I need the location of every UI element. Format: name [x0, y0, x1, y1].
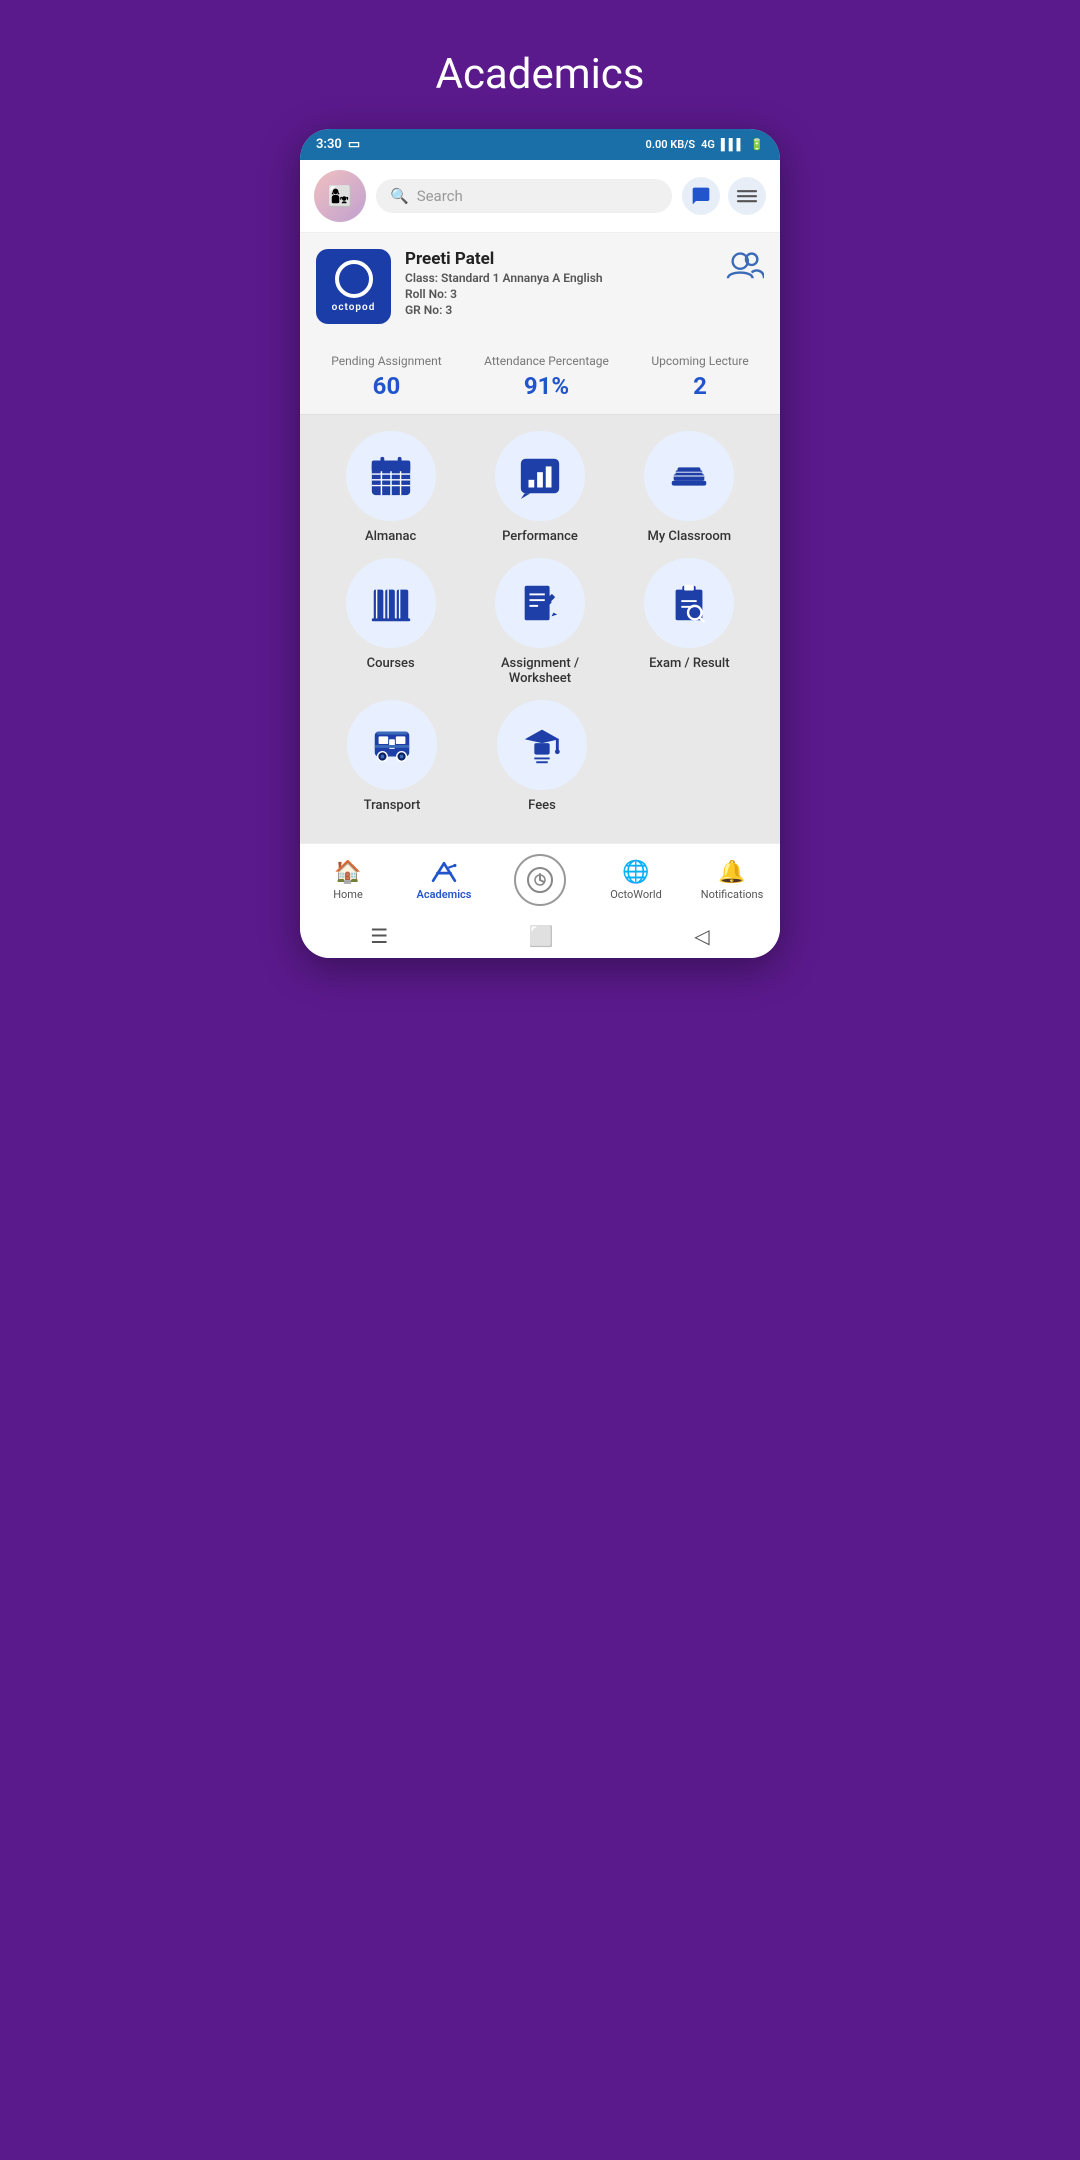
- app-header: 👩‍👧 🔍 Search: [300, 160, 780, 233]
- grid-item-performance[interactable]: Performance: [480, 431, 600, 544]
- stat-pending-assignment[interactable]: Pending Assignment 60: [331, 354, 441, 400]
- notifications-icon: 🔔: [718, 860, 745, 885]
- stat-pending-value: 60: [331, 372, 441, 400]
- menu-button[interactable]: [728, 177, 766, 215]
- header-icons: [682, 177, 766, 215]
- stat-upcoming-lecture[interactable]: Upcoming Lecture 2: [651, 354, 748, 400]
- nav-academics[interactable]: Academics: [396, 859, 492, 901]
- chat-button[interactable]: [682, 177, 720, 215]
- search-bar[interactable]: 🔍 Search: [376, 179, 672, 213]
- home-label: Home: [333, 888, 363, 901]
- search-icon: 🔍: [390, 187, 409, 205]
- exam-label: Exam / Result: [649, 656, 729, 671]
- stat-attendance-value: 91%: [484, 372, 609, 400]
- grid-row-2: Courses: [316, 558, 764, 686]
- profile-info: Preeti Patel Class: Standard 1 Annanya A…: [405, 249, 712, 317]
- menu-nav-icon[interactable]: ☰: [370, 924, 388, 948]
- profile-actions[interactable]: [726, 249, 764, 281]
- stat-pending-label: Pending Assignment: [331, 354, 441, 368]
- grid-row-3: Transport: [316, 700, 764, 813]
- speed-indicator: 0.00 KB/S: [646, 138, 696, 151]
- stat-attendance-label: Attendance Percentage: [484, 354, 609, 368]
- status-bar: 3:30 ▭ 0.00 KB/S 4G ▌▌▌ 🔋: [300, 129, 780, 160]
- almanac-label: Almanac: [365, 529, 416, 544]
- signal-bars: ▌▌▌: [721, 138, 744, 151]
- stat-lecture-label: Upcoming Lecture: [651, 354, 748, 368]
- transport-icon-circle: [347, 700, 437, 790]
- exam-icon-circle: [644, 558, 734, 648]
- battery-icon: 🔋: [750, 138, 764, 151]
- phone-frame: 3:30 ▭ 0.00 KB/S 4G ▌▌▌ 🔋 👩‍👧 🔍 Search: [300, 129, 780, 958]
- my-classroom-label: My Classroom: [647, 529, 731, 544]
- school-logo[interactable]: octopod: [316, 249, 391, 324]
- profile-card: octopod Preeti Patel Class: Standard 1 A…: [300, 233, 780, 340]
- grid-row-1: Almanac Performanc: [316, 431, 764, 544]
- academics-label: Academics: [417, 888, 472, 901]
- almanac-icon-circle: [346, 431, 436, 521]
- avatar[interactable]: 👩‍👧: [314, 170, 366, 222]
- profile-name: Preeti Patel: [405, 249, 712, 269]
- transport-label: Transport: [364, 798, 421, 813]
- profile-gr: GR No: 3: [405, 303, 712, 317]
- avatar-image: 👩‍👧: [328, 184, 353, 208]
- nav-octoworld[interactable]: 🌐 OctoWorld: [588, 860, 684, 901]
- notifications-label: Notifications: [701, 888, 764, 901]
- bottom-nav: 🏠 Home Academics: [300, 843, 780, 914]
- center-button[interactable]: [514, 854, 566, 906]
- stat-lecture-value: 2: [651, 372, 748, 400]
- nav-center[interactable]: [492, 854, 588, 906]
- network-type: 4G: [701, 138, 715, 151]
- page-title: Academics: [436, 20, 645, 129]
- grid-item-exam-result[interactable]: Exam / Result: [629, 558, 749, 686]
- home-nav-icon[interactable]: ⬜: [529, 924, 554, 948]
- profile-class: Class: Standard 1 Annanya A English: [405, 271, 712, 285]
- nav-home[interactable]: 🏠 Home: [300, 860, 396, 901]
- assignment-label: Assignment /Worksheet: [501, 656, 579, 686]
- home-icon: 🏠: [334, 860, 361, 885]
- main-content: Almanac Performanc: [300, 415, 780, 843]
- status-time: 3:30: [316, 137, 342, 152]
- logo-text: octopod: [332, 302, 376, 313]
- screen-icon: ▭: [348, 137, 360, 152]
- grid-item-fees[interactable]: Fees: [482, 700, 602, 813]
- octoworld-label: OctoWorld: [610, 888, 662, 901]
- grid-item-transport[interactable]: Transport: [332, 700, 452, 813]
- grid-item-my-classroom[interactable]: My Classroom: [629, 431, 749, 544]
- logo-ring: [335, 260, 373, 298]
- grid-item-assignment-worksheet[interactable]: Assignment /Worksheet: [480, 558, 600, 686]
- system-nav: ☰ ⬜ ◁: [300, 914, 780, 958]
- search-text: Search: [417, 187, 463, 205]
- stats-row: Pending Assignment 60 Attendance Percent…: [300, 340, 780, 415]
- performance-label: Performance: [502, 529, 578, 544]
- grid-item-courses[interactable]: Courses: [331, 558, 451, 686]
- back-nav-icon[interactable]: ◁: [694, 924, 709, 948]
- fees-icon-circle: [497, 700, 587, 790]
- courses-label: Courses: [367, 656, 415, 671]
- grid-item-almanac[interactable]: Almanac: [331, 431, 451, 544]
- octoworld-icon: 🌐: [622, 860, 649, 885]
- assignment-icon-circle: [495, 558, 585, 648]
- nav-notifications[interactable]: 🔔 Notifications: [684, 860, 780, 901]
- profile-roll: Roll No: 3: [405, 287, 712, 301]
- performance-icon-circle: [495, 431, 585, 521]
- my-classroom-icon-circle: [644, 431, 734, 521]
- courses-icon-circle: [346, 558, 436, 648]
- stat-attendance[interactable]: Attendance Percentage 91%: [484, 354, 609, 400]
- fees-label: Fees: [528, 798, 556, 813]
